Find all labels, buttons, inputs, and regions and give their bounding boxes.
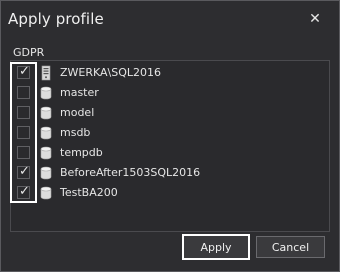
database-name-label: ZWERKA\SQL2016 [60,66,162,79]
database-icon [40,146,52,160]
database-icon [40,186,52,200]
database-icon [40,86,52,100]
dialog-title: Apply profile [8,10,104,28]
database-list-item[interactable]: master [11,83,329,103]
apply-profile-dialog: Apply profile ✕ GDPR ✓ ZWERKA\SQL2016 mast… [0,0,340,272]
database-list-item[interactable]: ✓ ZWERKA\SQL2016 [11,63,329,83]
apply-button[interactable]: Apply [182,234,250,260]
database-name-label: model [60,106,95,119]
database-checkbox[interactable] [17,106,30,119]
database-list-item[interactable]: msdb [11,123,329,143]
close-icon[interactable]: ✕ [306,10,324,28]
database-checkbox[interactable]: ✓ [17,184,30,199]
database-name-label: msdb [60,126,91,139]
database-checkbox[interactable]: ✓ [17,164,30,179]
database-icon [40,106,52,120]
database-checkbox[interactable] [17,86,30,99]
database-list-item[interactable]: tempdb [11,143,329,163]
checkmark-icon: ✓ [19,164,30,179]
checkmark-icon: ✓ [19,64,30,79]
database-checkbox[interactable] [17,146,30,159]
database-icon [40,126,52,140]
database-list[interactable]: ✓ ZWERKA\SQL2016 master model msdb tempdb ✓ Bef… [10,60,330,232]
database-icon [40,166,52,180]
profile-group-label: GDPR [13,46,45,59]
database-name-label: BeforeAfter1503SQL2016 [60,166,201,179]
database-name-label: tempdb [60,146,103,159]
database-list-item[interactable]: ✓ BeforeAfter1503SQL2016 [11,163,329,183]
database-name-label: TestBA200 [60,186,118,199]
database-name-label: master [60,86,99,99]
database-checkbox[interactable]: ✓ [17,64,30,79]
cancel-button[interactable]: Cancel [256,236,325,258]
database-list-item[interactable]: model [11,103,329,123]
server-icon [41,65,51,81]
database-checkbox[interactable] [17,126,30,139]
database-list-item[interactable]: ✓ TestBA200 [11,183,329,203]
checkmark-icon: ✓ [19,184,30,199]
